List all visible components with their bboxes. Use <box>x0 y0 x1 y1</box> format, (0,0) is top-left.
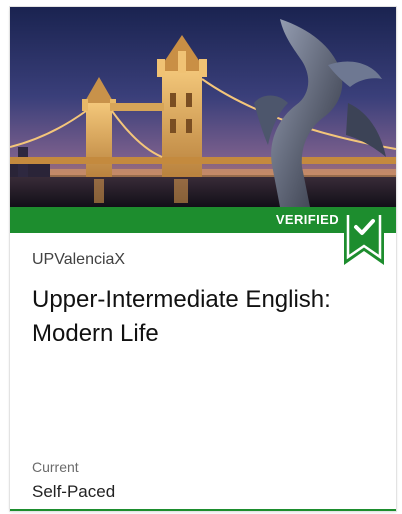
course-status-label: Current <box>32 459 79 475</box>
organization-name: UPValenciaX <box>32 251 126 268</box>
verified-ribbon <box>344 207 384 265</box>
course-image[interactable] <box>10 7 396 207</box>
course-title[interactable]: Upper-Intermediate English: Modern Life <box>32 283 372 351</box>
course-card[interactable]: VERIFIED UPValenciaX Upper-Intermediate … <box>10 7 396 511</box>
verified-banner: VERIFIED <box>10 207 396 233</box>
verified-badge-label: VERIFIED <box>275 212 339 227</box>
course-pacing: Self-Paced <box>32 482 116 501</box>
card-bottom-border <box>10 509 396 511</box>
